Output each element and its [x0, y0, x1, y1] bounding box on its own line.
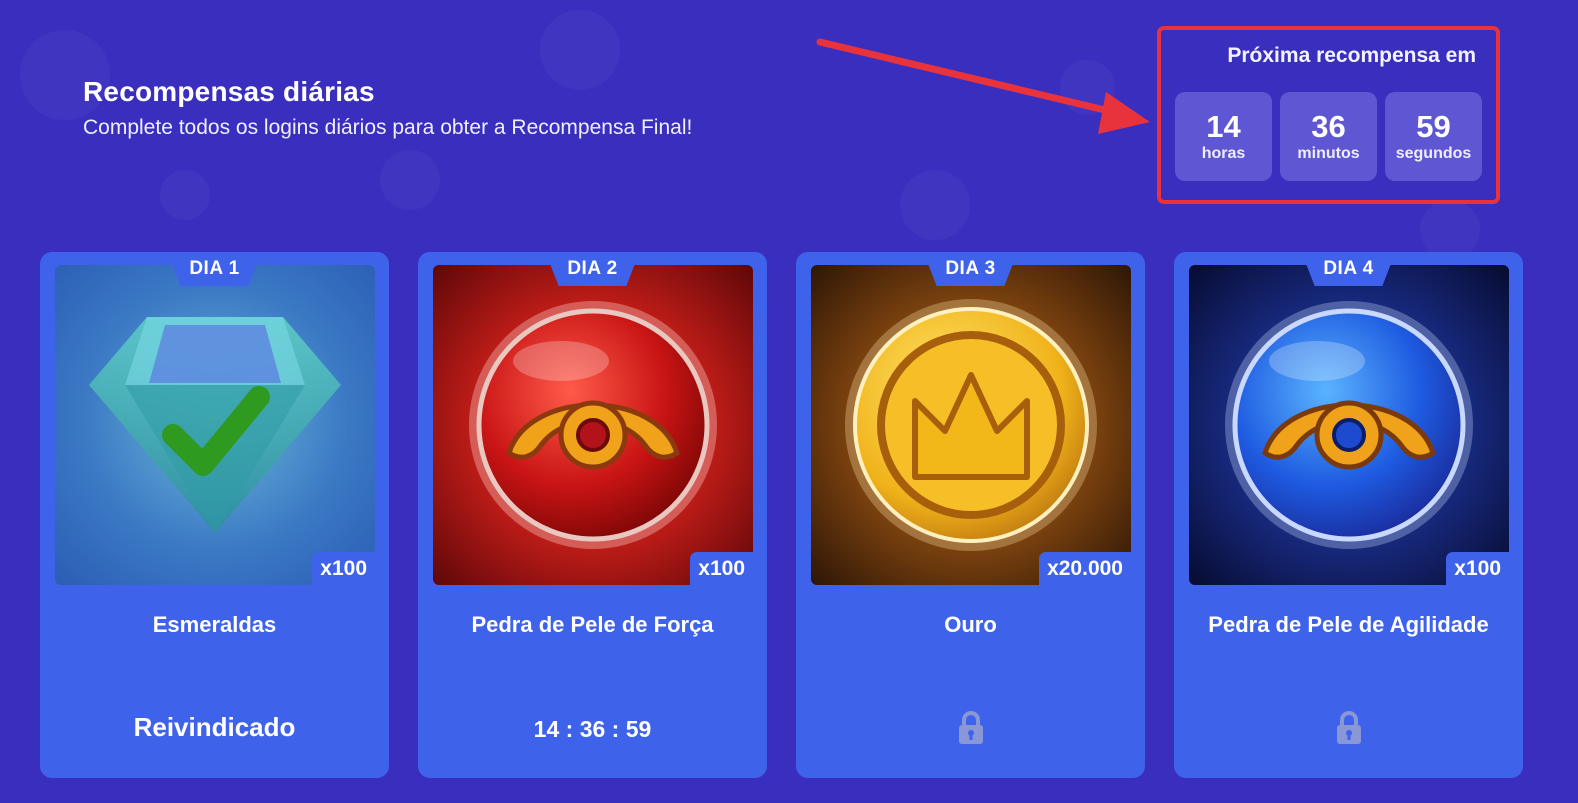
timer-minutes-value: 36: [1311, 109, 1346, 144]
agility-skin-stone-icon: [1189, 265, 1509, 585]
strength-skin-stone-icon: [433, 265, 753, 585]
reward-card-day-1[interactable]: DIA 1 x100 Esmeraldas Reivindicado: [40, 252, 389, 778]
reward-name: Esmeraldas: [152, 612, 277, 637]
reward-name: Pedra de Pele de Agilidade: [1208, 612, 1489, 637]
reward-name: Pedra de Pele de Força: [471, 612, 714, 637]
annotation-arrow-icon: [816, 38, 1150, 134]
reward-quantity: x100: [312, 552, 375, 586]
reward-card-day-2[interactable]: DIA 2 x100 Pedra de Pele de Força 14: 3…: [418, 252, 767, 778]
unlock-countdown: 14 : 36 : 59: [533, 716, 652, 742]
reward-cards: DIA 1 x100 Esmeraldas Reivindicado DIA 2…: [40, 252, 1523, 778]
day-label: DIA 3: [945, 258, 996, 279]
day-label: DIA 2: [567, 258, 618, 279]
reward-name: Ouro: [944, 612, 997, 637]
reward-quantity: x100: [690, 552, 753, 586]
timer-seconds-value: 59: [1416, 109, 1451, 144]
day-badge: DIA 1: [167, 252, 262, 286]
gold-coin-icon: [811, 265, 1131, 585]
timer-hours-label: horas: [1201, 145, 1246, 162]
reward-image: [811, 265, 1131, 585]
lock-icon: [959, 711, 983, 744]
page-subtitle: Complete todos os logins diários para ob…: [83, 116, 693, 139]
day-badge: DIA 4: [1301, 252, 1396, 286]
reward-image: [1189, 265, 1509, 585]
reward-image: [433, 265, 753, 585]
day-label: DIA 1: [189, 258, 240, 279]
timer-minutes-label: minutos: [1297, 145, 1360, 162]
timer-hours: 14 horas: [1175, 92, 1272, 181]
timer-seconds-label: segundos: [1395, 145, 1472, 162]
page-title: Recompensas diárias: [83, 76, 375, 107]
day-badge: DIA 2: [545, 252, 640, 286]
day-label: DIA 4: [1323, 258, 1374, 279]
emerald-gem-icon: [55, 265, 375, 585]
next-reward-timer: Próxima recompensa em 14 horas 36 minuto…: [1157, 26, 1500, 204]
reward-card-day-4[interactable]: DIA 4 x100 Pedra de Pele de Agilidade: [1174, 252, 1523, 778]
next-reward-label: Próxima recompensa em: [1227, 44, 1476, 67]
day-badge: DIA 3: [923, 252, 1018, 286]
reward-quantity: x20.000: [1039, 552, 1131, 586]
claimed-status: Reivindicado: [133, 712, 296, 742]
reward-image: [55, 265, 375, 585]
timer-hours-value: 14: [1206, 109, 1241, 144]
lock-icon: [1337, 711, 1361, 744]
reward-quantity: x100: [1446, 552, 1509, 586]
timer-seconds: 59 segundos: [1385, 92, 1482, 181]
reward-card-day-3[interactable]: DIA 3 x20.000 Ouro: [796, 252, 1145, 778]
timer-minutes: 36 minutos: [1280, 92, 1377, 181]
